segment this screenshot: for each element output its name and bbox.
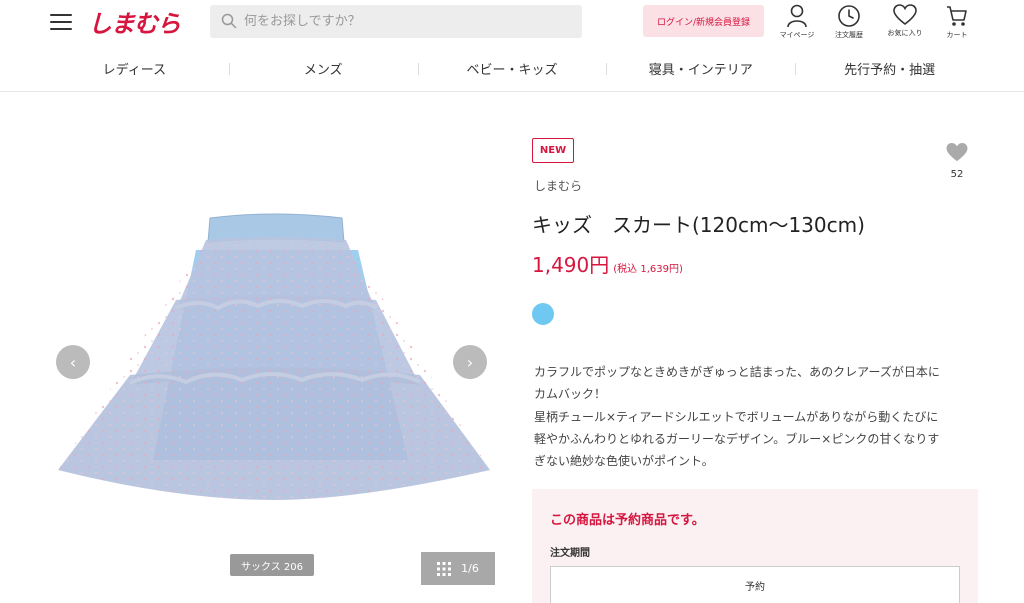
nav-mens[interactable]: メンズ [228,48,418,88]
color-swatch[interactable] [532,303,554,325]
reservation-title: この商品は予約商品です。 [550,513,705,528]
nav-ladies[interactable]: レディース [40,48,229,88]
nav-baby-kids[interactable]: ベビー・キッズ [417,48,607,88]
price-block: 1,490円 (税込 1,639円) [532,249,683,278]
nav-divider [0,91,1024,92]
favorite-count: 52 [950,169,964,180]
cart-button[interactable]: カート [932,4,982,40]
favorites-label: お気に入り [887,29,923,37]
description-line: カムバック！ [534,387,607,402]
search-icon [221,13,237,29]
order-period-label: 注文期間 [550,548,590,559]
heart-filled-icon [946,142,968,162]
user-icon [787,4,807,28]
order-history-button[interactable]: 注文履歴 [824,4,874,40]
product-image [58,213,490,500]
description-line: 星柄チュール×ティアードシルエットでボリュームがありながら動くたびに [534,409,939,424]
site-logo[interactable]: しまむら [88,4,181,39]
page-indicator: 1/6 [461,562,479,575]
price: 1,490円 [532,253,610,277]
cart-label: カート [946,31,968,39]
grid-icon [437,561,452,576]
description-line: カラフルでポップなときめきがぎゅっと詰まった、あのクレアーズが日本に [534,365,940,379]
color-tag: サックス 206 [230,554,314,576]
next-image-button[interactable]: › [453,345,487,379]
chevron-left-icon: ‹ [69,352,77,372]
mypage-label: マイページ [779,31,815,39]
mypage-button[interactable]: マイページ [772,4,822,40]
price-tax: (税込 1,639円) [613,264,683,275]
menu-icon[interactable] [50,14,72,30]
nav-bedding-interior[interactable]: 寝具・インテリア [606,48,795,88]
nav-preorder-lottery[interactable]: 先行予約・抽選 [795,48,984,88]
reservation-panel: この商品は予約商品です。 注文期間 予約 [532,489,978,603]
login-register-button[interactable]: ログイン/新規会員登録 [643,5,764,37]
favorites-button[interactable]: お気に入り [880,4,930,38]
brand-name[interactable]: しまむら [534,177,582,194]
heart-icon [893,4,917,26]
new-badge: NEW [532,138,574,163]
prev-image-button[interactable]: ‹ [56,345,90,379]
reservation-table-header: 予約 [550,566,960,603]
order-history-label: 注文履歴 [835,31,863,39]
favorite-button[interactable]: 52 [940,142,974,180]
product-title: キッズ スカート(120cm〜130cm) [532,213,865,237]
gallery-page-button[interactable]: 1/6 [421,552,495,585]
product-description: カラフルでポップなときめきがぎゅっと詰まった、あのクレアーズが日本に カムバック… [534,361,980,472]
category-nav: レディース メンズ ベビー・キッズ 寝具・インテリア 先行予約・抽選 [40,48,984,88]
search-bar[interactable] [210,5,582,38]
cart-icon [947,6,967,26]
search-input[interactable] [244,5,574,38]
description-line: ぎない絶妙な色使いがポイント。 [534,454,714,469]
description-line: 軽やかふんわりとゆれるガーリーなデザイン。ブルー×ピンクの甘くなりす [534,431,940,446]
clock-icon [838,5,860,27]
chevron-right-icon: › [466,352,474,372]
